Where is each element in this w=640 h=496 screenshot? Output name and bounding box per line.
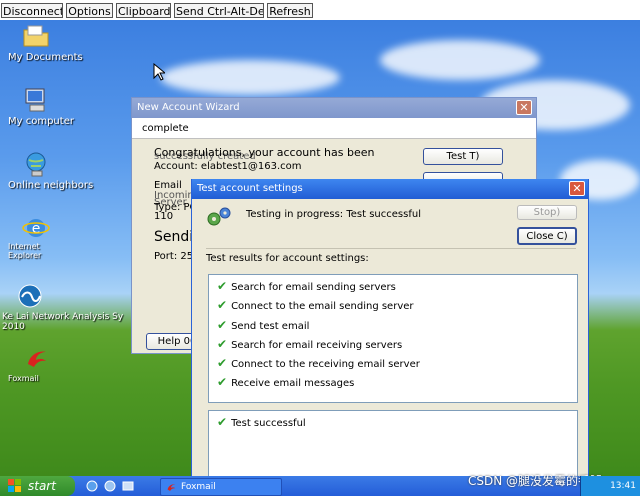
quicklaunch-ie-icon[interactable] (86, 480, 98, 492)
desktop-icon-label: My computer (8, 116, 74, 127)
checkmark-icon: ✔ (217, 337, 228, 351)
vnc-toolbar: Disconnect Options Clipboard Send Ctrl-A… (0, 0, 640, 20)
clock: 13:41 (610, 481, 636, 491)
list-item: ✔ Search for email receiving servers (217, 337, 403, 351)
refresh-button[interactable]: Refresh (267, 3, 313, 18)
desktop-icon-my-documents[interactable]: My Documents (8, 22, 98, 63)
checkmark-icon: ✔ (217, 375, 228, 389)
wizard-header: complete (142, 123, 189, 134)
test-summary-box: ✔ Test successful (208, 410, 578, 476)
taskbar-foxmail-label: Foxmail (181, 482, 216, 492)
options-button[interactable]: Options (66, 3, 113, 18)
test-dialog-close-icon[interactable]: ✕ (569, 181, 585, 196)
network-globe-icon (26, 152, 46, 177)
desktop-icon-label: My Documents (8, 52, 83, 63)
taskbar: start Foxmail CSDN @腿没发霉的番腿 13:41 (0, 474, 640, 496)
list-item: ✔ Send test email (217, 318, 310, 332)
network-analysis-icon (18, 284, 42, 308)
wizard-port-110: 110 (154, 211, 174, 222)
folder-icon (23, 25, 49, 47)
desktop-icon-label: Online neighbors (8, 180, 94, 191)
desktop-icon-foxmail[interactable]: Foxmail (8, 344, 98, 383)
desktop-icon-my-computer[interactable]: My computer (8, 86, 98, 127)
checkmark-icon: ✔ (217, 356, 228, 370)
wizard-port-25: Port: 25 (154, 251, 194, 262)
send-ctrl-alt-del-button[interactable]: Send Ctrl-Alt-Del (174, 3, 264, 18)
cloud (160, 60, 340, 95)
quicklaunch-media-icon[interactable] (104, 480, 116, 492)
gears-progress-icon (207, 207, 231, 226)
desktop-icon-label: 2010 (2, 322, 25, 332)
wizard-test-button[interactable]: Test T) (423, 148, 503, 165)
desktop-icon-internet-explorer[interactable]: e Internet Explorer (8, 214, 98, 260)
test-account-settings-dialog: Test account settings ✕ Testing in progr… (191, 179, 589, 476)
cloud (380, 40, 540, 80)
wizard-header-band: complete (132, 118, 536, 139)
list-item: ✔ Search for email sending servers (217, 279, 396, 293)
desktop-icon-label: Explorer (8, 251, 42, 260)
desktop-icon-label: Foxmail (8, 374, 39, 383)
list-item: ✔ Connect to the receiving email server (217, 356, 420, 370)
desktop: My Documents My computer Online neighbor… (0, 20, 640, 476)
stop-button[interactable]: Stop) (517, 205, 577, 220)
start-button[interactable]: start (0, 476, 75, 496)
foxmail-icon (167, 484, 176, 491)
mouse-cursor-icon (153, 63, 165, 81)
test-dialog-title: Test account settings (197, 183, 303, 194)
test-results-label: Test results for account settings: (206, 253, 369, 264)
quicklaunch-desktop-icon[interactable] (122, 480, 134, 492)
disconnect-button[interactable]: Disconnect (1, 3, 63, 18)
checkmark-icon: ✔ (217, 298, 228, 312)
system-tray: 13:41 (580, 476, 640, 496)
test-status-text: Testing in progress: Test successful (246, 209, 421, 220)
start-label: start (28, 479, 56, 493)
test-results-list: ✔ Search for email sending servers ✔ Conne… (208, 274, 578, 403)
wizard-congrats-text: Congratulations, your account has been (154, 146, 375, 159)
desktop-icon-label: Ke Lai Network Analysis Sy (2, 312, 124, 322)
wizard-titlebar: New Account Wizard (132, 98, 536, 118)
windows-logo-icon (8, 479, 21, 492)
foxmail-icon (28, 351, 46, 367)
list-item: ✔ Receive email messages (217, 375, 355, 389)
list-item: ✔ Connect to the email sending server (217, 298, 414, 312)
clipboard-button[interactable]: Clipboard (116, 3, 171, 18)
close-button[interactable]: Close C) (517, 227, 577, 245)
internet-explorer-icon: e (22, 219, 50, 237)
desktop-icon-label: Internet (8, 242, 40, 251)
summary-item: ✔ Test successful (217, 415, 306, 429)
wizard-title: New Account Wizard (137, 102, 240, 113)
taskbar-foxmail-item[interactable]: Foxmail (160, 478, 282, 496)
checkmark-icon: ✔ (217, 279, 228, 293)
computer-icon (25, 88, 45, 112)
separator (206, 248, 576, 249)
desktop-icon-online-neighbors[interactable]: Online neighbors (8, 150, 98, 191)
checkmark-icon: ✔ (217, 415, 228, 429)
wizard-account-text: Account: elabtest1@163.com (154, 161, 302, 172)
wizard-close-icon[interactable]: ✕ (516, 100, 532, 115)
checkmark-icon: ✔ (217, 318, 228, 332)
desktop-icon-kelai-network-analysis[interactable]: Ke Lai Network Analysis Sy 2010 (2, 282, 137, 332)
test-dialog-titlebar: Test account settings (192, 179, 588, 199)
